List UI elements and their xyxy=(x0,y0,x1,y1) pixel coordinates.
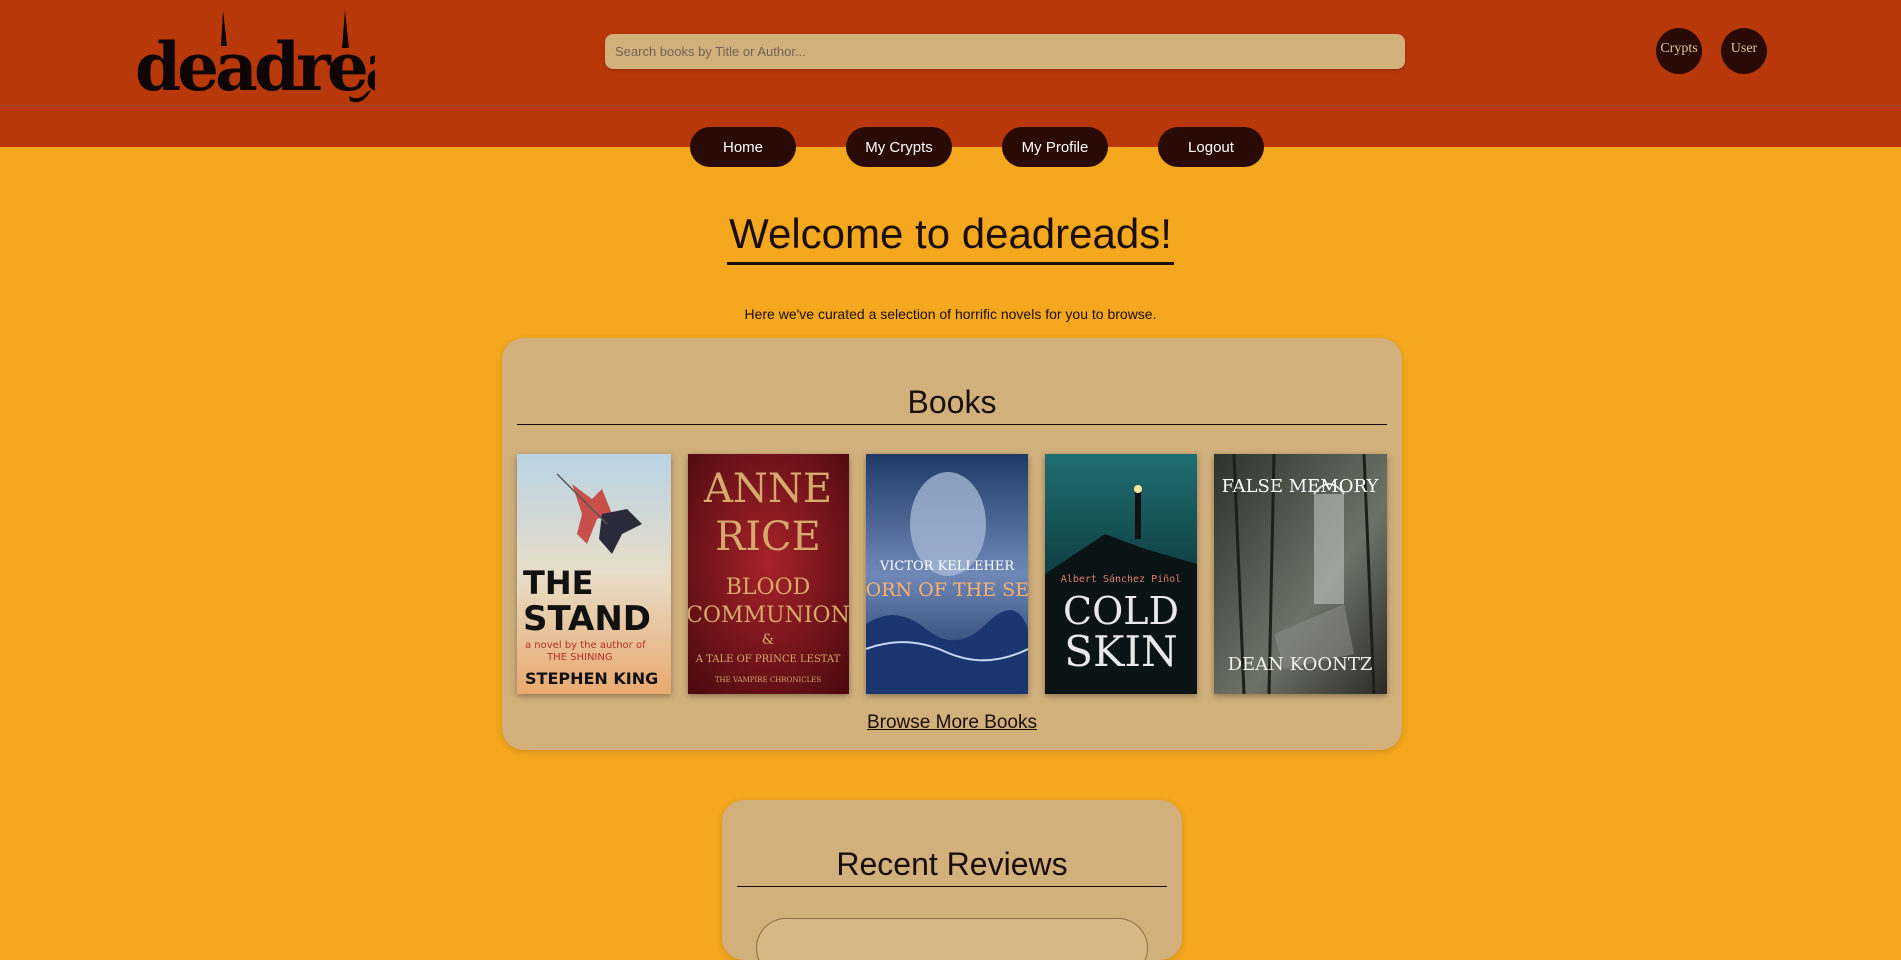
nav-home-button[interactable]: Home xyxy=(690,127,796,167)
svg-text:THE VAMPIRE CHRONICLES: THE VAMPIRE CHRONICLES xyxy=(715,676,821,684)
browse-more-books-link[interactable]: Browse More Books xyxy=(502,712,1402,734)
books-title: Books xyxy=(517,382,1387,425)
svg-text:FALSE MEMORY: FALSE MEMORY xyxy=(1222,476,1380,497)
svg-text:A TALE OF PRINCE LESTAT: A TALE OF PRINCE LESTAT xyxy=(695,654,841,665)
svg-text:VICTOR KELLEHER: VICTOR KELLEHER xyxy=(879,559,1016,574)
svg-text:THE SHINING: THE SHINING xyxy=(546,652,613,663)
book-cover-the-stand[interactable]: THE STAND a novel by the author of THE S… xyxy=(517,454,671,694)
recent-reviews-panel: Recent Reviews xyxy=(722,800,1182,960)
svg-text:BORN OF THE SEA: BORN OF THE SEA xyxy=(866,579,1028,601)
svg-text:a novel by the author of: a novel by the author of xyxy=(525,640,646,651)
book-cover-false-memory[interactable]: FALSE MEMORY DEAN KOONTZ xyxy=(1214,454,1387,694)
logo[interactable]: deadreads xyxy=(135,6,375,112)
book-cover-born-of-the-sea[interactable]: VICTOR KELLEHER BORN OF THE SEA xyxy=(866,454,1028,694)
svg-text:STAND: STAND xyxy=(523,599,651,639)
review-card[interactable] xyxy=(756,918,1148,960)
svg-text:THE: THE xyxy=(523,564,593,602)
svg-text:RICE: RICE xyxy=(715,514,821,560)
nav-logout-button[interactable]: Logout xyxy=(1158,127,1264,167)
crypts-button[interactable]: Crypts xyxy=(1656,28,1702,74)
svg-text:SKIN: SKIN xyxy=(1064,627,1178,676)
page-title: Welcome to deadreads! xyxy=(727,210,1174,265)
svg-text:STEPHEN KING: STEPHEN KING xyxy=(525,669,658,688)
search-input[interactable] xyxy=(605,34,1405,69)
svg-text:Albert Sánchez Piñol: Albert Sánchez Piñol xyxy=(1061,573,1181,585)
recent-reviews-title: Recent Reviews xyxy=(737,844,1167,887)
book-cover-cold-skin[interactable]: Albert Sánchez Piñol COLD SKIN xyxy=(1045,454,1197,694)
welcome-section: Welcome to deadreads! xyxy=(0,210,1901,265)
svg-text:BLOOD: BLOOD xyxy=(726,575,811,600)
nav-my-crypts-button[interactable]: My Crypts xyxy=(846,127,952,167)
user-button[interactable]: User xyxy=(1721,28,1767,74)
logo-text: deadreads xyxy=(135,28,375,106)
book-cover-blood-communion[interactable]: ANNE RICE BLOOD COMMUNION & A TALE OF PR… xyxy=(688,454,849,694)
books-panel: Books THE STAND a novel by the author of… xyxy=(502,338,1402,750)
svg-text:ANNE: ANNE xyxy=(703,466,832,512)
nav-my-profile-button[interactable]: My Profile xyxy=(1002,127,1108,167)
tagline: Here we've curated a selection of horrif… xyxy=(744,306,1157,322)
svg-text:DEAN KOONTZ: DEAN KOONTZ xyxy=(1228,654,1373,675)
svg-text:COMMUNION: COMMUNION xyxy=(688,603,849,628)
svg-text:&: & xyxy=(762,632,774,648)
